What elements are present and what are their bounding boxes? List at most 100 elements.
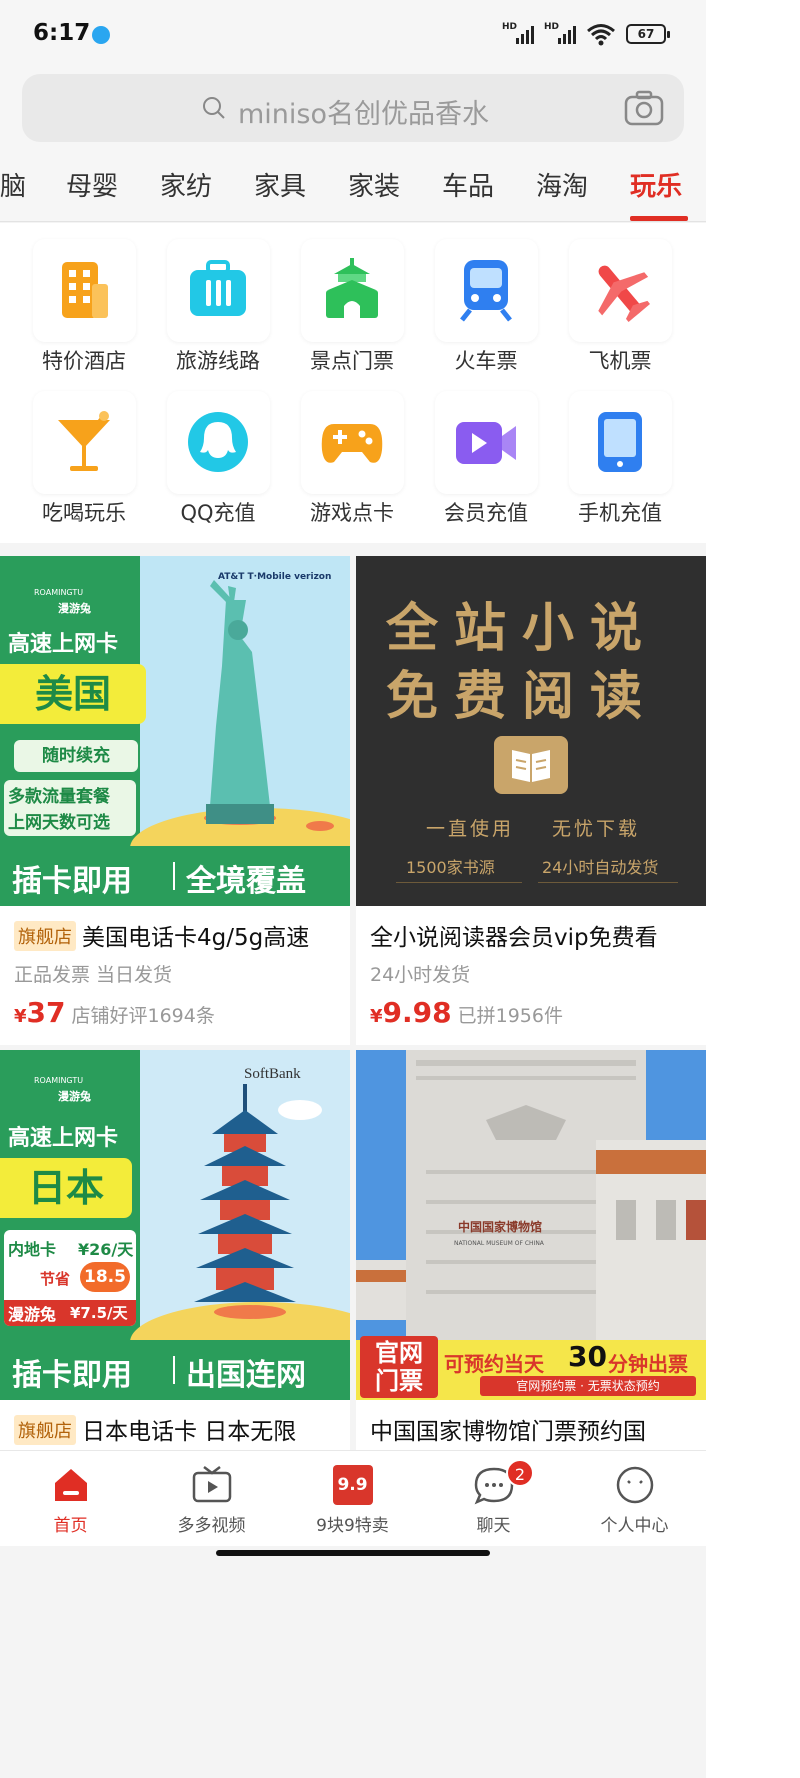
service-game-cards[interactable]: 游戏点卡 xyxy=(268,375,404,525)
tv-icon xyxy=(192,1466,231,1503)
signal-2-icon: HD xyxy=(544,22,576,46)
signal-1-label: HD xyxy=(502,22,518,32)
us-sim-banner xyxy=(0,556,350,906)
product-meta: 店铺好评1694条 xyxy=(71,1005,215,1027)
signal-2-label: HD xyxy=(544,22,560,32)
product-title: 旗舰店 日本电话卡 日本无限 xyxy=(14,1412,344,1446)
hotel-icon xyxy=(62,262,108,318)
bottom-navigation: 首页 多多视频 9.9 9块9特卖 2 聊天 个人中心 xyxy=(0,1450,706,1546)
camera-icon[interactable] xyxy=(624,90,664,126)
nav-profile[interactable]: 个人中心 xyxy=(564,1451,705,1547)
search-icon xyxy=(203,97,225,119)
product-subtitle: 正品发票 当日发货 xyxy=(14,964,173,986)
service-food-fun[interactable]: 吃喝玩乐 xyxy=(0,375,136,525)
product-card[interactable]: 中国国家博物馆 NATIONAL MUSEUM OF CHINA 官网门票 可预… xyxy=(356,1050,706,1460)
service-tile xyxy=(33,391,136,494)
signal-1-icon: HD xyxy=(502,22,534,46)
service-membership-recharge[interactable]: 会员充值 xyxy=(402,375,538,525)
service-tile xyxy=(301,391,404,494)
tab-maternity[interactable]: 母婴 xyxy=(66,166,118,203)
product-title: 中国国家博物馆门票预约国 xyxy=(370,1419,646,1445)
museum-sign-en: NATIONAL MUSEUM OF CHINA xyxy=(454,1240,544,1247)
product-card[interactable]: ROAMINGTU 漫游兔 AT&T T·Mobile verizon 高速上网… xyxy=(0,556,350,1045)
service-grid: 特价酒店 旅游线路 景点门票 火车票 飞机票 吃喝玩乐 QQ充值 游戏点卡 会员… xyxy=(0,223,706,543)
nav-home[interactable]: 首页 xyxy=(0,1451,141,1547)
brand-cn: 漫游兔 xyxy=(58,602,91,615)
currency-symbol: ¥ xyxy=(370,1006,383,1027)
save-value: 18.5 xyxy=(80,1262,130,1292)
notification-dot-icon xyxy=(92,26,110,44)
official-ticket-tag: 官网门票 xyxy=(360,1336,438,1398)
save-label: 节省 xyxy=(40,1270,71,1288)
service-tile xyxy=(569,239,672,342)
home-indicator[interactable] xyxy=(216,1550,490,1556)
japan-sim-banner xyxy=(0,1050,350,1400)
promo-c: 分钟出票 xyxy=(608,1352,688,1376)
ours-price: ¥7.5/天 xyxy=(70,1304,128,1322)
banner-bottom-left: 插卡即用 xyxy=(12,864,132,899)
service-train-tickets[interactable]: 火车票 xyxy=(402,223,538,373)
status-indicators: HD HD 67 xyxy=(502,22,670,46)
banner-line1: 高速上网卡 xyxy=(8,1126,119,1151)
banner-line3a: 多款流量套餐 xyxy=(8,787,110,807)
service-hotel[interactable]: 特价酒店 xyxy=(0,223,136,373)
tab-overseas[interactable]: 海淘 xyxy=(536,166,588,203)
banner-line3b: 上网天数可选 xyxy=(8,813,110,833)
banner-country: 美国 xyxy=(0,664,146,724)
category-tabs: 脑 母婴 家纺 家具 家装 车品 海淘 玩乐 xyxy=(0,158,706,222)
banner-line1: 全站小说 xyxy=(386,599,659,659)
service-travel[interactable]: 旅游线路 xyxy=(134,223,270,373)
nav-chat[interactable]: 2 聊天 xyxy=(423,1451,564,1547)
book-glyph xyxy=(512,750,550,782)
product-image: 中国国家博物馆 NATIONAL MUSEUM OF CHINA 官网门票 可预… xyxy=(356,1050,706,1400)
train-icon xyxy=(460,260,512,322)
banner-line2: 随时续充 xyxy=(14,740,138,772)
product-card[interactable]: 全站小说 免费阅读 一直使用 无忧下载 1500家书源 24小时自动发货 全小说… xyxy=(356,556,706,1045)
product-meta: 已拼1956件 xyxy=(457,1005,563,1027)
product-title: 全小说阅读器会员vip免费看 xyxy=(370,925,658,951)
battery-icon: 67 xyxy=(626,24,670,44)
banner-divider xyxy=(173,862,175,890)
service-phone-recharge[interactable]: 手机充值 xyxy=(536,375,672,525)
carrier-softbank: SoftBank xyxy=(244,1066,301,1082)
product-price-row: ¥37 店铺好评1694条 xyxy=(14,996,215,1029)
gamepad-icon xyxy=(321,424,383,463)
nav-video[interactable]: 多多视频 xyxy=(141,1451,282,1547)
tab-computer[interactable]: 脑 xyxy=(0,166,26,203)
product-image: ROAMINGTU 漫游兔 SoftBank 高速上网卡 日本 内地卡 ¥26/… xyxy=(0,1050,350,1400)
app-screen: 6:17 HD HD 67 miniso名创优品香水 脑 母婴 家纺 家具 家装… xyxy=(0,0,706,1778)
nav-sale[interactable]: 9.9 9块9特卖 xyxy=(282,1451,423,1547)
nav-sale-label: 9块9特卖 xyxy=(316,1516,389,1536)
museum-sign-cn: 中国国家博物馆 xyxy=(458,1220,543,1234)
tab-entertainment[interactable]: 玩乐 xyxy=(630,166,682,203)
service-label: 飞机票 xyxy=(588,349,652,373)
tab-textiles[interactable]: 家纺 xyxy=(160,166,212,203)
service-qq-recharge[interactable]: QQ充值 xyxy=(134,375,270,525)
search-input[interactable]: miniso名创优品香水 xyxy=(22,74,684,142)
service-flight-tickets[interactable]: 飞机票 xyxy=(536,223,672,373)
status-time: 6:17 xyxy=(33,20,91,46)
service-tile xyxy=(435,239,538,342)
status-bar: 6:17 HD HD 67 xyxy=(0,0,706,70)
banner-line1: 高速上网卡 xyxy=(8,632,119,657)
tab-decoration[interactable]: 家装 xyxy=(348,166,400,203)
cocktail-icon xyxy=(58,411,110,471)
banner-foot2: 24小时自动发货 xyxy=(542,858,659,877)
flagship-badge: 旗舰店 xyxy=(14,1415,76,1445)
suitcase-icon xyxy=(190,260,246,316)
product-price: 9.98 xyxy=(382,996,452,1029)
banner-tag2: 无忧下载 xyxy=(552,818,641,840)
promo-b: 30 xyxy=(568,1340,607,1373)
search-placeholder: miniso名创优品香水 xyxy=(238,99,490,130)
service-attraction-tickets[interactable]: 景点门票 xyxy=(268,223,404,373)
qq-icon xyxy=(188,412,248,472)
tab-car[interactable]: 车品 xyxy=(442,166,494,203)
product-card[interactable]: ROAMINGTU 漫游兔 SoftBank 高速上网卡 日本 内地卡 ¥26/… xyxy=(0,1050,350,1460)
tab-furniture[interactable]: 家具 xyxy=(254,166,306,203)
inland-label: 内地卡 xyxy=(8,1240,57,1259)
temple-icon xyxy=(326,258,378,318)
service-tile xyxy=(33,239,136,342)
banner-rule-left xyxy=(396,882,522,883)
profile-icon xyxy=(616,1466,653,1504)
inland-price: ¥26/天 xyxy=(78,1240,134,1259)
